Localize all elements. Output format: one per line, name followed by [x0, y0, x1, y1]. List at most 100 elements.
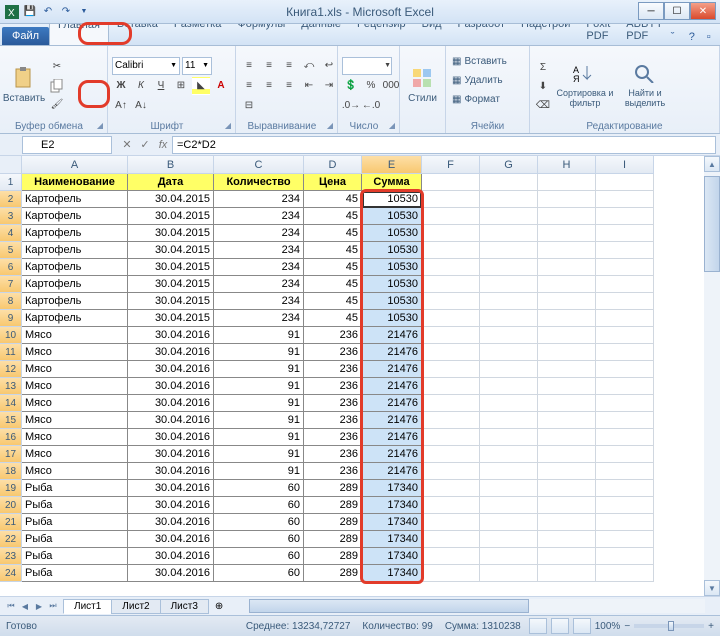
cell[interactable] [538, 531, 596, 548]
close-button[interactable]: ✕ [690, 2, 716, 20]
cell[interactable] [480, 293, 538, 310]
underline-button[interactable]: Ч [152, 77, 170, 95]
cell[interactable] [480, 395, 538, 412]
font-name-combo[interactable]: Calibri▼ [112, 57, 180, 75]
cell[interactable]: 21476 [362, 361, 422, 378]
cell[interactable]: 30.04.2016 [128, 463, 214, 480]
cell[interactable]: 234 [214, 225, 304, 242]
row-header[interactable]: 11 [0, 344, 22, 361]
cell[interactable]: 91 [214, 429, 304, 446]
cell[interactable]: Картофель [22, 225, 128, 242]
cell[interactable]: 45 [304, 310, 362, 327]
row-header[interactable]: 16 [0, 429, 22, 446]
fill-color-button[interactable]: ◣ [192, 77, 210, 95]
cell[interactable] [422, 242, 480, 259]
sheet-first-icon[interactable]: ⏮ [4, 599, 18, 613]
cell[interactable] [422, 531, 480, 548]
cell[interactable] [480, 208, 538, 225]
vscroll-thumb[interactable] [704, 176, 720, 272]
cell[interactable] [538, 463, 596, 480]
cell[interactable]: 17340 [362, 565, 422, 582]
cell[interactable]: Рыба [22, 548, 128, 565]
cell[interactable] [480, 276, 538, 293]
row-header[interactable]: 19 [0, 480, 22, 497]
cell[interactable]: 30.04.2016 [128, 497, 214, 514]
cell[interactable] [538, 259, 596, 276]
cell[interactable]: 17340 [362, 514, 422, 531]
cell[interactable] [596, 514, 654, 531]
cell[interactable]: Рыба [22, 565, 128, 582]
font-size-combo[interactable]: 11▼ [182, 57, 212, 75]
cell[interactable] [538, 446, 596, 463]
cell[interactable]: 234 [214, 276, 304, 293]
cell[interactable]: 21476 [362, 429, 422, 446]
cell[interactable]: 30.04.2015 [128, 225, 214, 242]
cell[interactable]: 45 [304, 242, 362, 259]
align-center-icon[interactable]: ≡ [260, 77, 278, 95]
cell[interactable]: 234 [214, 242, 304, 259]
cell[interactable]: 91 [214, 344, 304, 361]
cell[interactable] [422, 310, 480, 327]
cell[interactable]: 236 [304, 361, 362, 378]
font-launcher-icon[interactable]: ◢ [225, 121, 231, 130]
cell[interactable]: 30.04.2016 [128, 344, 214, 361]
cell[interactable] [480, 225, 538, 242]
cell[interactable] [422, 412, 480, 429]
cell[interactable]: Картофель [22, 276, 128, 293]
cell[interactable]: 289 [304, 480, 362, 497]
cell[interactable] [538, 242, 596, 259]
cell[interactable]: 236 [304, 429, 362, 446]
enter-formula-icon[interactable]: ✓ [136, 136, 154, 154]
column-header[interactable]: A [22, 156, 128, 174]
cell[interactable]: Мясо [22, 378, 128, 395]
cell[interactable] [538, 412, 596, 429]
cell[interactable] [538, 327, 596, 344]
cell[interactable] [422, 225, 480, 242]
cell[interactable]: 10530 [362, 276, 422, 293]
currency-icon[interactable]: 💲 [342, 77, 360, 95]
zoom-level[interactable]: 100% [595, 621, 621, 632]
cell[interactable] [538, 378, 596, 395]
row-header[interactable]: 13 [0, 378, 22, 395]
row-header[interactable]: 2 [0, 191, 22, 208]
cell[interactable]: 30.04.2015 [128, 310, 214, 327]
file-tab[interactable]: Файл [2, 27, 49, 45]
cell[interactable]: Мясо [22, 327, 128, 344]
cell[interactable] [422, 565, 480, 582]
cell[interactable]: 30.04.2016 [128, 395, 214, 412]
cell[interactable]: 17340 [362, 531, 422, 548]
percent-icon[interactable]: % [362, 77, 380, 95]
number-format-combo[interactable]: ▼ [342, 57, 392, 75]
cell[interactable] [596, 429, 654, 446]
wrap-text-icon[interactable]: ↩ [320, 57, 338, 75]
cell[interactable]: 60 [214, 548, 304, 565]
cell[interactable] [422, 480, 480, 497]
cell[interactable]: 289 [304, 514, 362, 531]
cell[interactable]: 30.04.2016 [128, 446, 214, 463]
cell[interactable]: 30.04.2016 [128, 514, 214, 531]
orientation-icon[interactable]: ⤺ [300, 57, 318, 75]
cell[interactable]: 30.04.2016 [128, 480, 214, 497]
cell[interactable]: 45 [304, 293, 362, 310]
row-header[interactable]: 20 [0, 497, 22, 514]
minimize-button[interactable]: ─ [638, 2, 664, 20]
cell[interactable]: 45 [304, 259, 362, 276]
cell[interactable]: 236 [304, 412, 362, 429]
cell[interactable]: 91 [214, 378, 304, 395]
cell[interactable] [596, 242, 654, 259]
cell[interactable]: Сумма [362, 174, 422, 191]
sheet-last-icon[interactable]: ⏭ [46, 599, 60, 613]
align-bottom-icon[interactable]: ≡ [280, 57, 298, 75]
clear-icon[interactable]: ⌫ [534, 97, 552, 115]
help-icon[interactable]: ? [689, 31, 703, 45]
italic-button[interactable]: К [132, 77, 150, 95]
cell[interactable] [422, 293, 480, 310]
cell[interactable]: 10530 [362, 208, 422, 225]
minimize-ribbon-icon[interactable]: ˇ [671, 31, 685, 45]
row-header[interactable]: 22 [0, 531, 22, 548]
cell[interactable] [596, 191, 654, 208]
decrease-indent-icon[interactable]: ⇤ [300, 77, 318, 95]
comma-icon[interactable]: 000 [382, 77, 400, 95]
sheet-prev-icon[interactable]: ◀ [18, 599, 32, 613]
cell[interactable]: 30.04.2016 [128, 361, 214, 378]
